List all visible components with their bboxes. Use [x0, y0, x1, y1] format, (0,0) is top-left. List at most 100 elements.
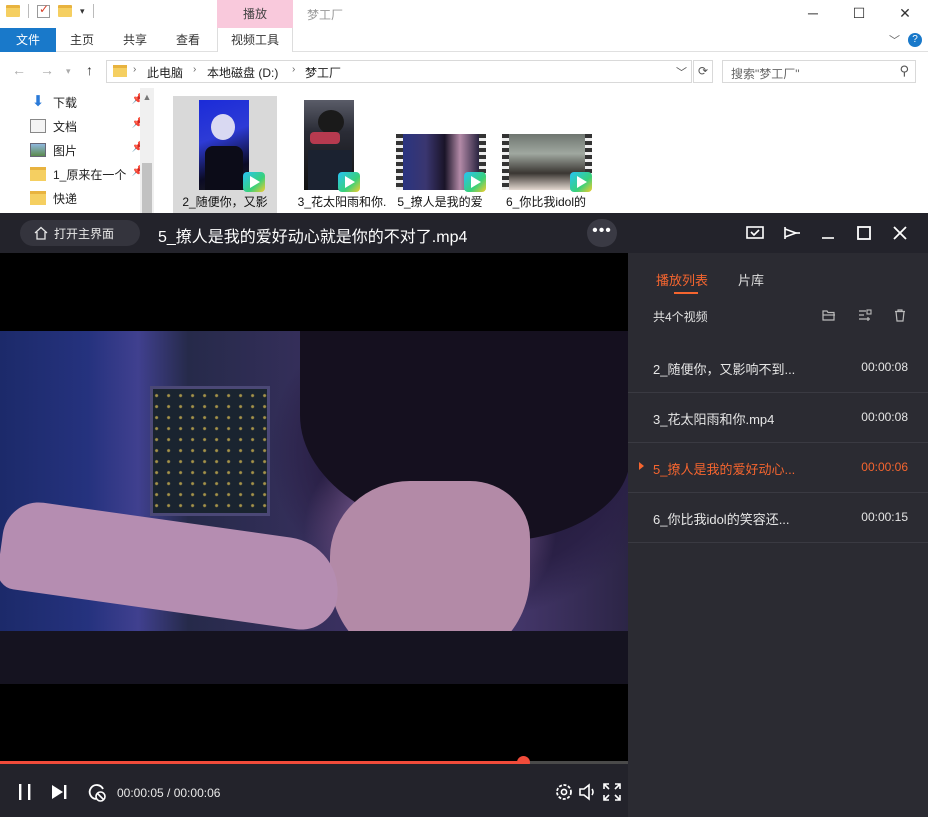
- tab-library[interactable]: 片库: [738, 270, 764, 289]
- ribbon-tabs: 文件 主页 共享 查看 视频工具 ﹀ ?: [0, 28, 928, 52]
- nav-item-label: 下载: [53, 95, 78, 110]
- playlist-item[interactable]: 3_花太阳雨和你.mp4 00:00:08: [628, 393, 928, 443]
- tab-file[interactable]: 文件: [0, 28, 56, 52]
- tab-view[interactable]: 查看: [166, 28, 210, 52]
- video-player-window: 打开主界面 5_撩人是我的爱好动心就是你的不对了.mp4 ••• 00:00:0…: [0, 213, 928, 817]
- playlist-item-name: 5_撩人是我的爱好动心...: [653, 462, 796, 477]
- forward-arrow-icon[interactable]: →: [40, 62, 54, 78]
- breadcrumb-separator-icon[interactable]: ›: [292, 64, 295, 75]
- file-name: 5_撩人是我的爱: [397, 195, 483, 209]
- new-folder-icon[interactable]: [58, 5, 72, 17]
- file-item[interactable]: 5_撩人是我的爱: [388, 96, 492, 213]
- minimize-icon[interactable]: [818, 223, 838, 243]
- nav-item-downloads[interactable]: ⬇ 下载 📌: [30, 91, 144, 113]
- open-main-interface-label: 打开主界面: [54, 226, 115, 241]
- playlist-item[interactable]: 2_随便你，又影响不到... 00:00:08: [628, 343, 928, 393]
- tab-home[interactable]: 主页: [60, 28, 104, 52]
- quick-access-toolbar: ▾: [6, 2, 94, 18]
- minimize-button[interactable]: ─: [790, 0, 836, 28]
- breadcrumb-current-folder[interactable]: 梦工厂: [305, 64, 341, 81]
- search-box[interactable]: 搜索"梦工厂" ⚲: [722, 60, 916, 83]
- more-options-button[interactable]: •••: [587, 219, 617, 247]
- nav-item-express[interactable]: 快递: [30, 187, 140, 209]
- address-history-chevron-icon[interactable]: ﹀: [676, 64, 687, 80]
- refresh-icon[interactable]: ⟳: [693, 60, 713, 83]
- recent-locations-chevron-icon[interactable]: ▾: [66, 66, 71, 77]
- playlist-item-playing[interactable]: 5_撩人是我的爱好动心... 00:00:06: [628, 443, 928, 493]
- folder-icon: [30, 167, 46, 181]
- address-bar[interactable]: › 此电脑 › 本地磁盘 (D:) › 梦工厂 ﹀: [106, 60, 692, 83]
- video-count: 共4个视频: [653, 310, 708, 324]
- trash-icon[interactable]: [893, 308, 907, 322]
- breadcrumb-this-pc[interactable]: 此电脑: [147, 64, 183, 81]
- playlist-item-duration: 00:00:06: [861, 460, 908, 474]
- folder-icon[interactable]: [6, 5, 20, 17]
- nav-item-label: 1_原来在一个: [53, 167, 127, 182]
- window-controls: ─ ☐ ✕: [790, 0, 928, 28]
- loop-timer-icon[interactable]: [85, 781, 107, 803]
- now-playing-arrow-icon: [639, 462, 644, 470]
- open-main-interface-button[interactable]: 打开主界面: [20, 220, 140, 246]
- file-item[interactable]: 6_你比我idol的: [494, 96, 598, 213]
- breadcrumb-separator-icon[interactable]: ›: [193, 64, 196, 75]
- document-icon: [30, 119, 46, 133]
- scroll-up-icon[interactable]: ▲: [140, 88, 154, 102]
- nav-scrollbar[interactable]: ▲: [140, 88, 154, 213]
- open-folder-icon[interactable]: [822, 308, 836, 322]
- video-frame: [0, 331, 628, 684]
- playback-controls: 00:00:05 / 00:00:06: [0, 764, 628, 817]
- file-item[interactable]: 2_随便你，又影: [173, 96, 277, 213]
- video-viewport[interactable]: [0, 253, 628, 761]
- playlist-panel: 播放列表 片库 共4个视频 2_随便你，又影响不到... 00:00:08 3_…: [628, 253, 928, 817]
- scrollbar-thumb[interactable]: [142, 163, 152, 213]
- close-icon[interactable]: [890, 223, 910, 243]
- file-name: 2_随便你，又影: [182, 195, 268, 209]
- download-icon: ⬇: [31, 93, 45, 110]
- tab-video-tools[interactable]: 视频工具: [217, 28, 293, 52]
- add-to-playlist-icon[interactable]: [858, 308, 872, 322]
- help-icon[interactable]: ?: [908, 33, 922, 47]
- video-player-badge-icon: [464, 172, 486, 192]
- close-button[interactable]: ✕: [882, 0, 928, 28]
- nav-item-pictures[interactable]: 图片 📌: [30, 139, 144, 161]
- play-context-tab[interactable]: 播放: [217, 0, 293, 28]
- toolbar-divider: [92, 4, 94, 18]
- search-placeholder: 搜索"梦工厂": [731, 67, 800, 81]
- screen-cast-icon[interactable]: [745, 223, 765, 243]
- tab-share[interactable]: 共享: [113, 28, 157, 52]
- settings-gear-icon[interactable]: [553, 781, 575, 803]
- customize-toolbar-dropdown-icon[interactable]: ▾: [80, 6, 85, 17]
- nav-item-label: 快递: [53, 191, 78, 206]
- properties-icon[interactable]: [37, 2, 50, 18]
- playlist-item-name: 2_随便你，又影响不到...: [653, 362, 796, 377]
- player-titlebar: 打开主界面 5_撩人是我的爱好动心就是你的不对了.mp4 •••: [0, 213, 928, 253]
- playlist-item-duration: 00:00:08: [861, 410, 908, 424]
- fullscreen-icon[interactable]: [601, 781, 623, 803]
- breadcrumb-separator-icon[interactable]: ›: [133, 64, 136, 75]
- playlist-item-duration: 00:00:08: [861, 360, 908, 374]
- playlist-item[interactable]: 6_你比我idol的笑容还... 00:00:15: [628, 493, 928, 543]
- film-strip: [502, 134, 509, 190]
- volume-icon[interactable]: [577, 781, 599, 803]
- up-arrow-icon[interactable]: ↑: [86, 62, 93, 78]
- nav-item-label: 图片: [53, 143, 78, 158]
- file-grid: 2_随便你，又影 3_花太阳雨和你. 5_撩人是我的爱 6_你比我idol的: [160, 88, 928, 213]
- video-player-badge-icon: [243, 172, 265, 192]
- next-track-icon[interactable]: [48, 781, 70, 803]
- file-item[interactable]: 3_花太阳雨和你.: [290, 96, 394, 213]
- playlist-item-name: 6_你比我idol的笑容还...: [653, 512, 790, 527]
- navigation-pane: ⬇ 下载 📌 文档 📌 图片 📌 1_原来在一个 📌 快递 ▲: [0, 88, 155, 213]
- expand-ribbon-chevron-icon[interactable]: ﹀: [889, 32, 900, 48]
- explorer-titlebar: ▾ 播放 梦工厂 ─ ☐ ✕: [0, 0, 928, 28]
- maximize-button[interactable]: ☐: [836, 0, 882, 28]
- video-thumbnail: [199, 100, 249, 190]
- maximize-icon[interactable]: [854, 223, 874, 243]
- pause-icon[interactable]: [14, 781, 36, 803]
- home-icon: [34, 226, 48, 240]
- back-arrow-icon[interactable]: ←: [12, 62, 26, 78]
- breadcrumb-local-disk[interactable]: 本地磁盘 (D:): [207, 64, 278, 81]
- nav-item-documents[interactable]: 文档 📌: [30, 115, 144, 137]
- pin-on-top-icon[interactable]: [781, 223, 801, 243]
- tab-playlist[interactable]: 播放列表: [656, 270, 708, 289]
- nav-item-folder-1[interactable]: 1_原来在一个 📌: [30, 163, 144, 185]
